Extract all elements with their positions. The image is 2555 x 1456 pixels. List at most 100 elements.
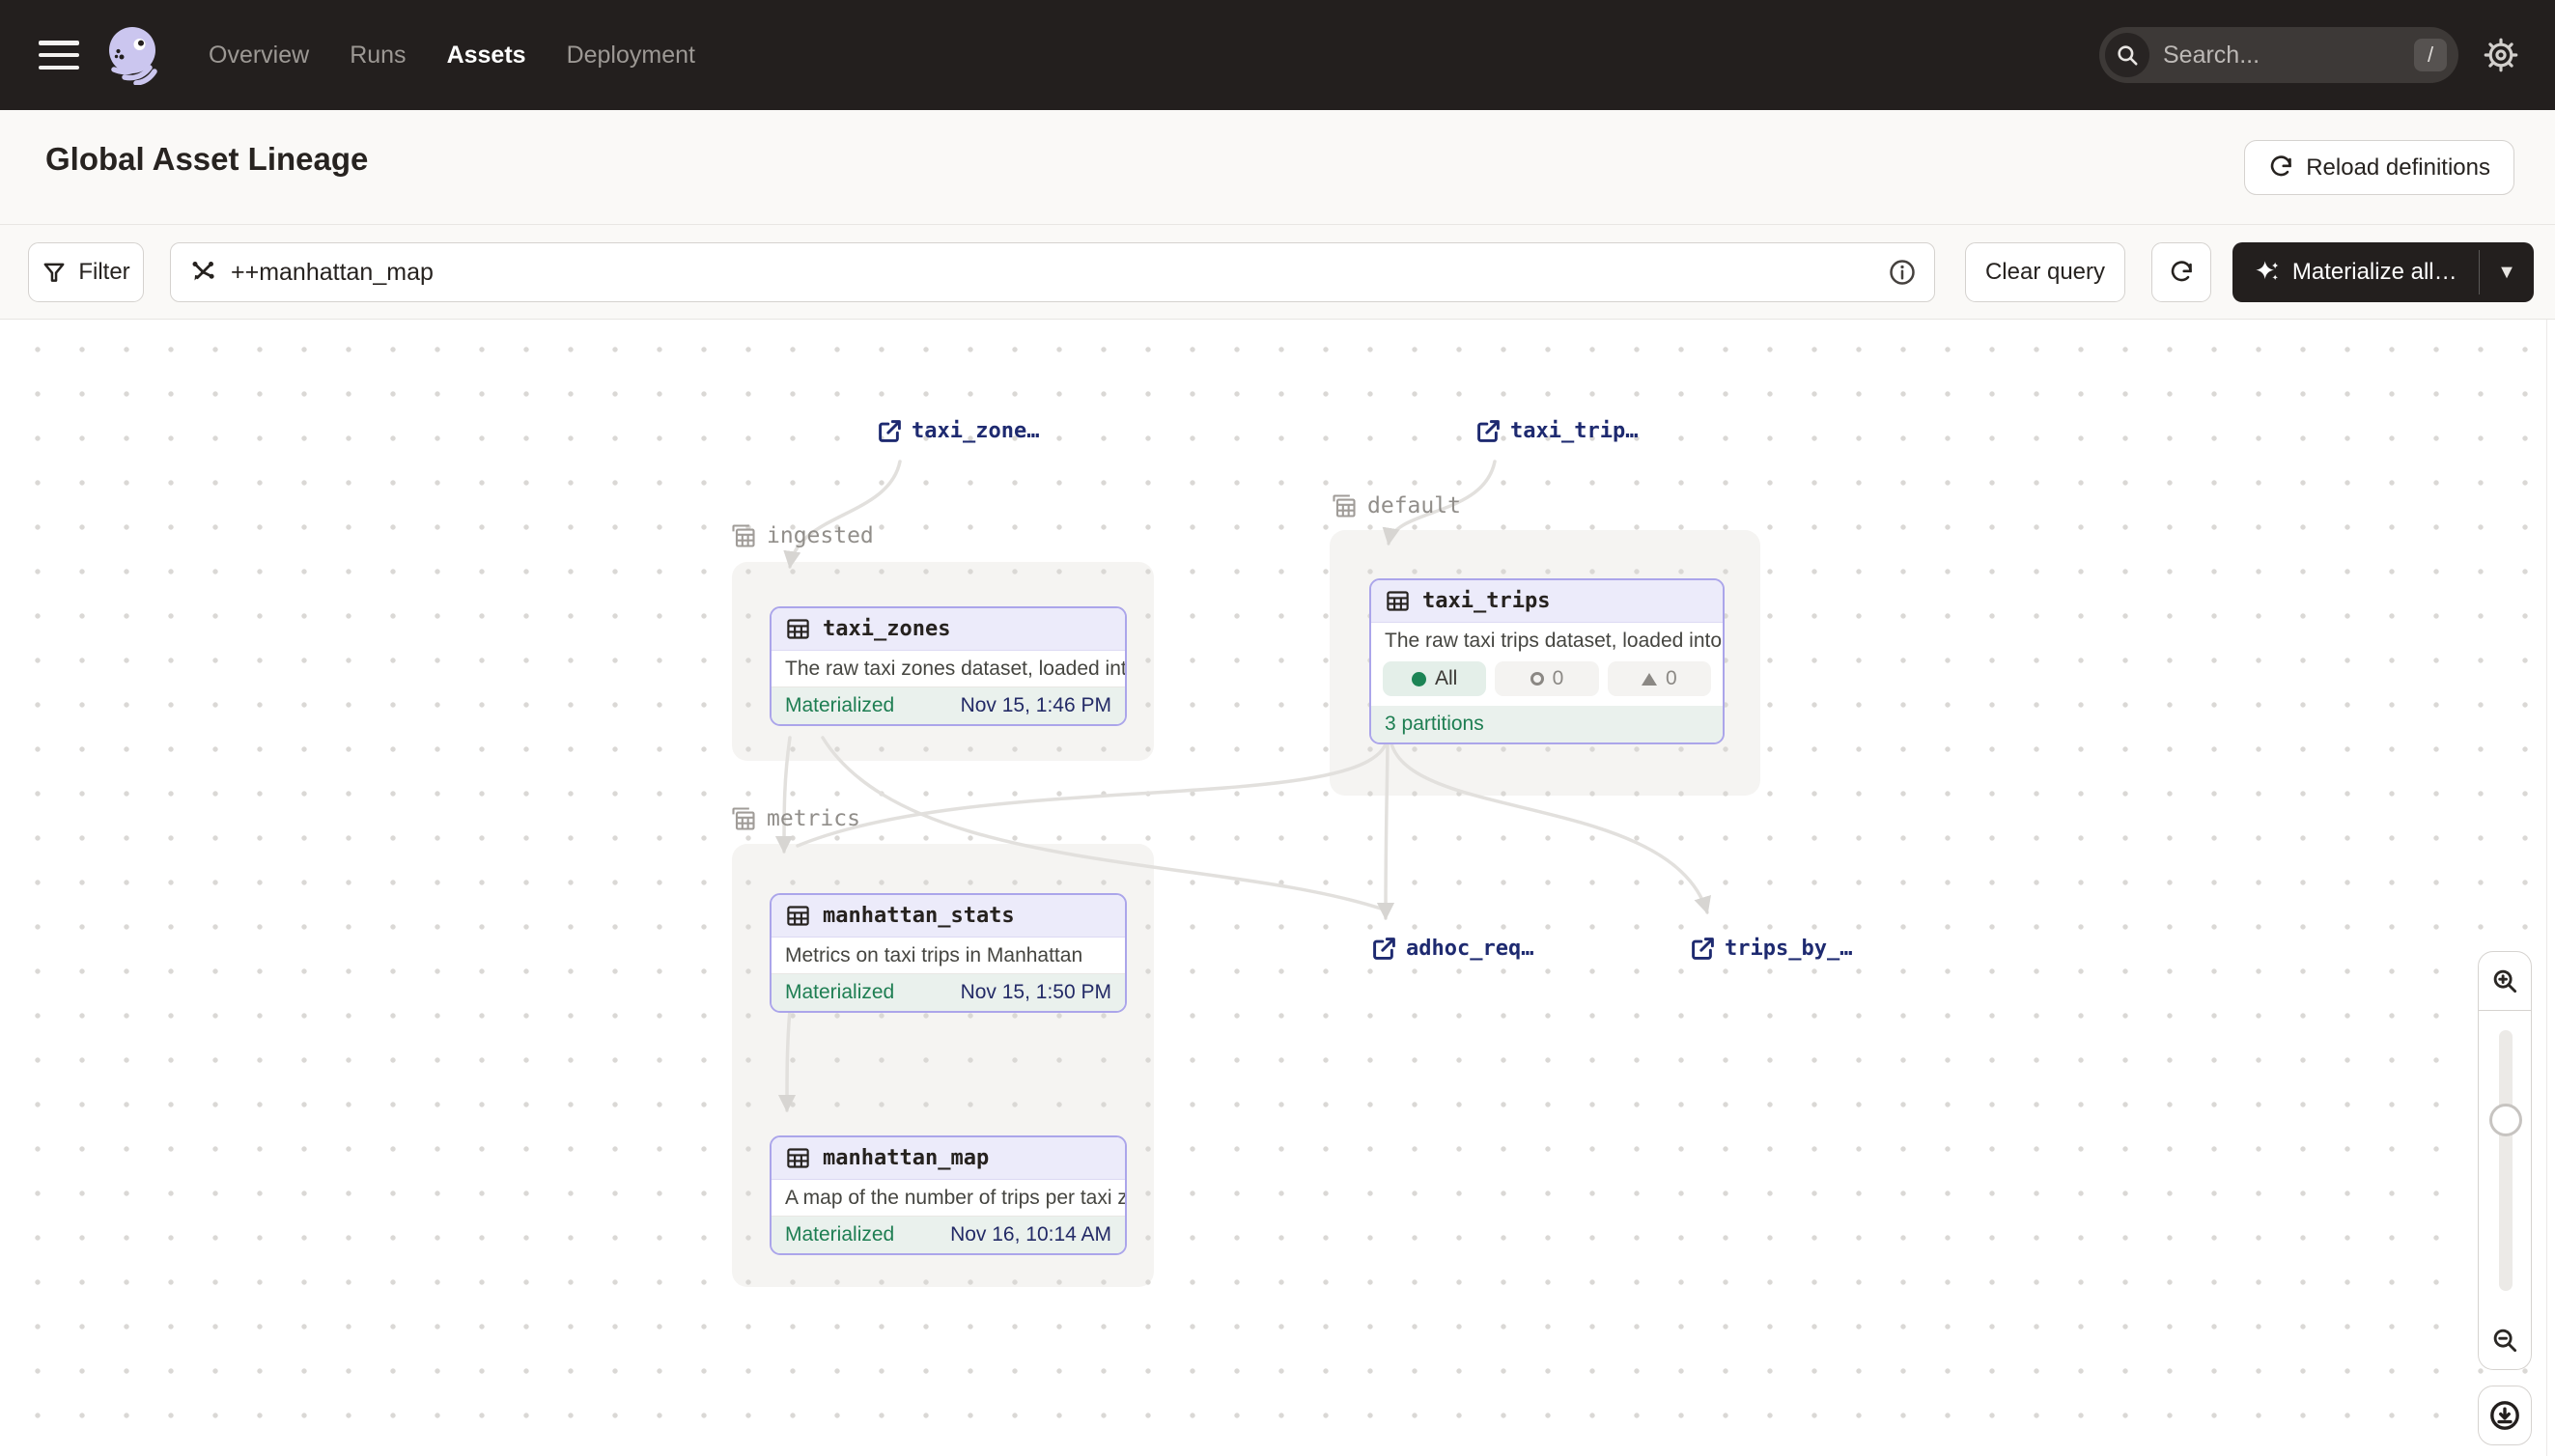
external-asset-link-taxi-zone[interactable]: taxi_zone…	[877, 418, 1039, 444]
nav-deployment[interactable]: Deployment	[567, 42, 695, 70]
lineage-edges	[0, 320, 2555, 1456]
zoom-controls	[2478, 951, 2532, 1445]
table-icon	[785, 1145, 811, 1171]
nav-assets[interactable]: Assets	[447, 42, 526, 70]
external-link-icon	[1690, 936, 1716, 962]
materialize-all-label: Materialize all…	[2292, 259, 2457, 286]
external-asset-link-trips-by[interactable]: trips_by_…	[1690, 936, 1852, 962]
asset-node-footer: Materialized Nov 15, 1:46 PM	[772, 687, 1125, 724]
table-icon	[785, 616, 811, 642]
global-search[interactable]: /	[2099, 27, 2458, 83]
materialize-all-split-button: Materialize all… ▼	[2232, 242, 2534, 302]
partitions-all-chip[interactable]: All	[1383, 661, 1486, 696]
reload-definitions-button[interactable]: Reload definitions	[2244, 140, 2514, 195]
topbar-right: /	[2099, 27, 2518, 83]
clear-query-button[interactable]: Clear query	[1965, 242, 2125, 302]
external-link-label: adhoc_req…	[1406, 937, 1533, 961]
partition-health-chips: All 0 0	[1371, 659, 1723, 706]
partitions-failed-count: 0	[1666, 667, 1677, 690]
group-label-text: default	[1367, 493, 1461, 518]
asset-selection-input[interactable]	[231, 259, 1888, 287]
group-tables-icon	[1331, 492, 1358, 519]
search-shortcut-badge: /	[2414, 39, 2447, 71]
asset-node-description: The raw taxi trips dataset, loaded into …	[1371, 623, 1723, 659]
materialized-timestamp[interactable]: Nov 16, 10:14 AM	[950, 1223, 1111, 1246]
nav-runs[interactable]: Runs	[350, 42, 406, 70]
asset-selection-input-wrap[interactable]	[170, 242, 1935, 302]
download-image-button[interactable]	[2478, 1386, 2532, 1445]
lineage-toolbar: Filter Clear query	[0, 225, 2555, 320]
external-link-icon	[877, 418, 903, 444]
materialized-status: Materialized	[785, 981, 894, 1004]
group-label-text: ingested	[767, 523, 874, 548]
asset-node-footer: Materialized Nov 16, 10:14 AM	[772, 1217, 1125, 1253]
query-info-icon[interactable]	[1888, 258, 1917, 287]
group-label-metrics[interactable]: metrics	[730, 805, 860, 832]
zoom-in-button[interactable]	[2478, 951, 2532, 1011]
nav-overview[interactable]: Overview	[209, 42, 309, 70]
main-nav: Overview Runs Assets Deployment	[209, 42, 695, 70]
sparkle-icon	[2254, 259, 2281, 286]
asset-node-header: manhattan_map	[772, 1137, 1125, 1180]
partitions-failed-chip[interactable]: 0	[1608, 661, 1711, 696]
dagster-app: Overview Runs Assets Deployment /	[0, 0, 2555, 1456]
external-link-icon	[1475, 418, 1502, 444]
asset-node-footer: Materialized Nov 15, 1:50 PM	[772, 974, 1125, 1011]
materialize-all-button[interactable]: Materialize all…	[2232, 242, 2479, 302]
top-nav-bar: Overview Runs Assets Deployment /	[0, 0, 2555, 110]
asset-node-description: A map of the number of trips per taxi z.…	[772, 1180, 1125, 1217]
zoom-slider-handle[interactable]	[2489, 1104, 2522, 1136]
page-header: Global Asset Lineage Reload definitions	[0, 110, 2555, 225]
group-label-default[interactable]: default	[1331, 492, 1461, 519]
materialized-timestamp[interactable]: Nov 15, 1:46 PM	[961, 694, 1111, 717]
asset-node-taxi-zones[interactable]: taxi_zones The raw taxi zones dataset, l…	[770, 606, 1127, 726]
asset-graph-icon	[188, 258, 217, 287]
external-link-label: taxi_trip…	[1510, 419, 1638, 443]
zoom-slider[interactable]	[2478, 1011, 2532, 1310]
success-dot-icon	[1412, 672, 1426, 686]
refresh-icon	[2169, 260, 2195, 286]
external-link-icon	[1371, 936, 1397, 962]
asset-node-manhattan-stats[interactable]: manhattan_stats Metrics on taxi trips in…	[770, 893, 1127, 1013]
dagster-logo-icon[interactable]	[104, 25, 164, 85]
clear-query-label: Clear query	[1985, 259, 2105, 286]
materialized-timestamp[interactable]: Nov 15, 1:50 PM	[961, 981, 1111, 1004]
group-label-text: metrics	[767, 806, 860, 831]
partitions-all-label: All	[1435, 667, 1457, 690]
filter-funnel-icon	[42, 260, 67, 285]
asset-node-description: Metrics on taxi trips in Manhattan	[772, 938, 1125, 974]
failed-triangle-icon	[1642, 673, 1657, 686]
partitions-missing-count: 0	[1553, 667, 1564, 690]
zoom-out-button[interactable]	[2478, 1310, 2532, 1370]
partitions-missing-chip[interactable]: 0	[1495, 661, 1598, 696]
lineage-canvas[interactable]: ingested default metrics taxi_zo	[0, 320, 2555, 1456]
page-title: Global Asset Lineage	[45, 141, 368, 178]
zoom-out-icon	[2490, 1326, 2519, 1355]
asset-node-title: taxi_zones	[823, 617, 950, 641]
group-tables-icon	[730, 805, 757, 832]
asset-node-manhattan-map[interactable]: manhattan_map A map of the number of tri…	[770, 1135, 1127, 1255]
external-link-label: trips_by_…	[1725, 937, 1852, 961]
asset-node-title: manhattan_stats	[823, 904, 1015, 928]
search-input[interactable]	[2163, 42, 2414, 70]
table-icon	[1385, 588, 1411, 614]
external-asset-link-taxi-trip[interactable]: taxi_trip…	[1475, 418, 1638, 444]
external-asset-link-adhoc-req[interactable]: adhoc_req…	[1371, 936, 1533, 962]
asset-node-title: taxi_trips	[1422, 589, 1550, 613]
materialize-dropdown-caret[interactable]: ▼	[2480, 242, 2534, 302]
group-tables-icon	[730, 522, 757, 549]
partitions-count-label[interactable]: 3 partitions	[1385, 713, 1484, 736]
materialized-status: Materialized	[785, 694, 894, 717]
hamburger-menu-icon[interactable]	[39, 41, 79, 70]
asset-node-header: manhattan_stats	[772, 895, 1125, 938]
reload-icon	[2268, 154, 2294, 181]
zoom-in-icon	[2490, 966, 2519, 995]
search-icon	[2105, 33, 2149, 77]
filter-button[interactable]: Filter	[28, 242, 144, 302]
settings-gear-icon[interactable]	[2484, 38, 2518, 72]
asset-node-title: manhattan_map	[823, 1146, 989, 1170]
materialized-status: Materialized	[785, 1223, 894, 1246]
refresh-graph-button[interactable]	[2151, 242, 2211, 302]
asset-node-taxi-trips[interactable]: taxi_trips The raw taxi trips dataset, l…	[1369, 578, 1725, 744]
group-label-ingested[interactable]: ingested	[730, 522, 874, 549]
